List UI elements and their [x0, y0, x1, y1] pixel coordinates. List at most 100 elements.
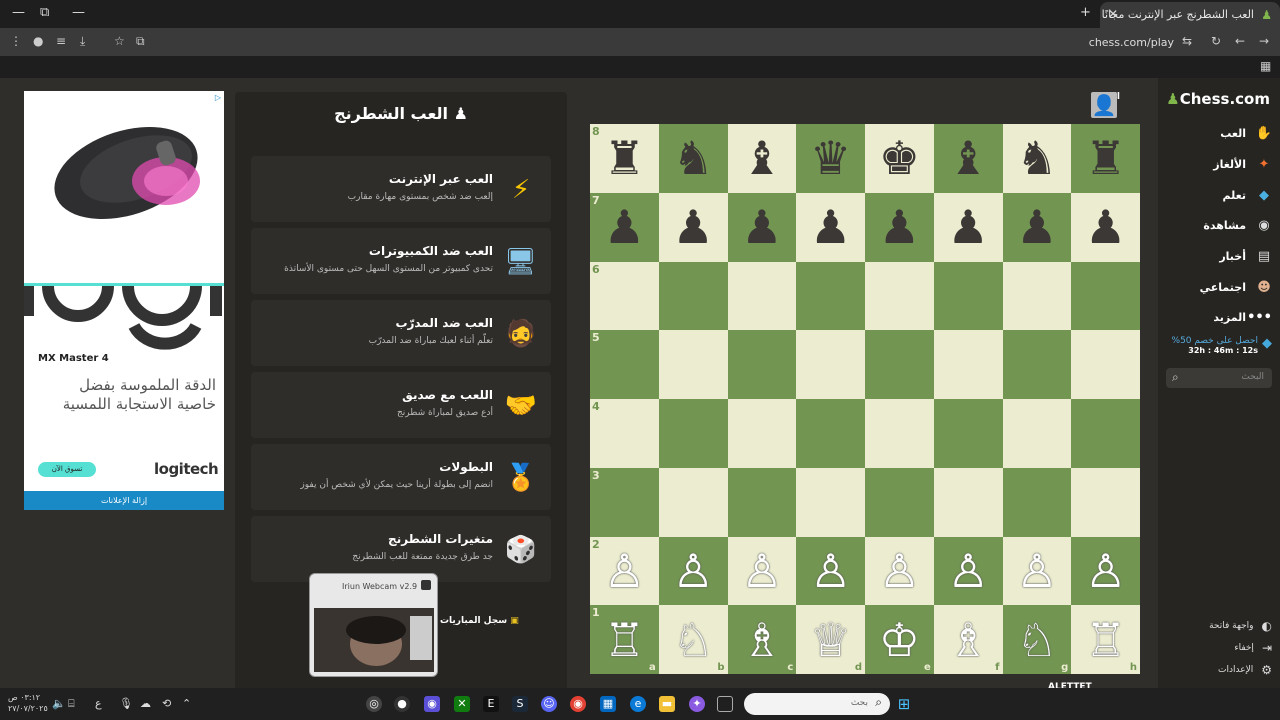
obs-icon[interactable]: ◎	[366, 696, 382, 712]
chess-piece[interactable]: ♟	[810, 204, 851, 250]
chessboard[interactable]: 8 ♜ ♞ ♝ ♛ ♚ ♝ ♞ ♜ 7 ♟ ♟ ♟ ♟ ♟ ♟ ♟ ♟ 6 5 4 3 2 ♙ ♙ ♙ ♙ ♙ ♙ ♙ ♙ 1 a ♖ b ♘ c ♗ d ♕…	[590, 124, 1140, 674]
square-c3[interactable]	[727, 467, 797, 537]
chess-piece[interactable]: ♟	[673, 204, 714, 250]
square-d4[interactable]	[796, 399, 865, 468]
square-d6[interactable]	[796, 261, 865, 331]
square-b1[interactable]: b ♘	[658, 605, 728, 674]
edge-icon[interactable]: e	[630, 696, 646, 712]
copilot-icon[interactable]: ✦	[689, 696, 705, 712]
chess-piece[interactable]: ♞	[673, 135, 714, 181]
square-e1[interactable]: e ♔	[865, 605, 934, 674]
square-g2[interactable]: ♙	[1002, 536, 1072, 606]
chess-piece[interactable]: ♟	[948, 204, 989, 250]
chess-piece[interactable]: ♚	[879, 135, 920, 181]
nav-settings[interactable]: ⚙ الإعدادات	[1168, 660, 1272, 680]
remove-ads-button[interactable]: إزالة الإعلانات	[24, 491, 224, 510]
back-icon[interactable]: ←	[1235, 34, 1245, 48]
square-d5[interactable]	[796, 330, 865, 399]
chess-piece[interactable]: ♙	[673, 548, 714, 594]
square-e2[interactable]: ♙	[865, 536, 934, 606]
store-icon[interactable]: ▦	[600, 696, 616, 712]
chess-piece[interactable]: ♝	[741, 135, 782, 181]
square-b3[interactable]	[658, 467, 728, 537]
chess-piece[interactable]: ♟	[879, 204, 920, 250]
mic-icon[interactable]: 🎙	[119, 697, 133, 710]
network-icon[interactable]: ⌸	[68, 697, 75, 711]
chess-piece[interactable]: ♙	[948, 548, 989, 594]
square-h1[interactable]: h ♖	[1071, 605, 1140, 674]
square-g6[interactable]	[1002, 261, 1072, 331]
square-e6[interactable]	[865, 261, 934, 331]
square-d1[interactable]: d ♕	[796, 605, 865, 674]
nav-social[interactable]: ☻ اجتماعي	[1168, 274, 1272, 300]
option-play-online[interactable]: ⚡ العب عبر الإنترنت إلعب ضد شخص بمستوى م…	[251, 156, 551, 222]
chess-piece[interactable]: ♜	[604, 135, 645, 181]
square-b4[interactable]	[658, 399, 728, 468]
option-play-computer[interactable]: 🖥 العب ضد الكمبيوترات تحدى كمبيوتر من ال…	[251, 228, 551, 294]
square-e3[interactable]	[865, 467, 934, 537]
close-window-icon[interactable]: —	[72, 5, 85, 20]
nav-light-theme[interactable]: ◐ واجهة فاتحة	[1168, 616, 1272, 636]
discord-icon[interactable]: ☺	[541, 696, 557, 712]
app-red-dot-icon[interactable]: ●	[394, 696, 410, 712]
menu-dots-icon[interactable]: ⋮	[10, 34, 22, 48]
chess-piece[interactable]: ♗	[741, 617, 782, 663]
chess-piece[interactable]: ♙	[1085, 548, 1126, 594]
chess-piece[interactable]: ♛	[810, 135, 851, 181]
tray-chevron-icon[interactable]: ⌃	[182, 697, 191, 710]
adchoices-icon[interactable]: ▷	[215, 93, 221, 102]
chess-piece[interactable]: ♙	[1016, 548, 1057, 594]
epic-games-icon[interactable]: E	[483, 696, 499, 712]
taskbar-clock[interactable]: ٠٣:١٢ ص ٢٧/٠٧/٢٠٢٥	[8, 692, 48, 714]
nav-play[interactable]: ✋ العب	[1168, 120, 1272, 146]
xbox-icon[interactable]: ✕	[454, 696, 470, 712]
bookmark-star-icon[interactable]: ☆	[114, 34, 125, 48]
option-play-coach[interactable]: 🧔 العب ضد المدرّب تعلّم أثناء لعبك مبارا…	[251, 300, 551, 366]
chess-piece[interactable]: ♙	[741, 548, 782, 594]
chess-piece[interactable]: ♙	[604, 548, 645, 594]
square-c5[interactable]	[727, 330, 797, 399]
chess-piece[interactable]: ♟	[1085, 204, 1126, 250]
square-c4[interactable]	[727, 399, 797, 468]
chess-piece[interactable]: ♕	[810, 617, 851, 663]
chess-piece[interactable]: ♝	[948, 135, 989, 181]
square-g1[interactable]: g ♘	[1002, 605, 1072, 674]
square-c8[interactable]: ♝	[727, 124, 797, 193]
chess-piece[interactable]: ♙	[879, 548, 920, 594]
square-h2[interactable]: ♙	[1071, 536, 1140, 606]
forward-icon[interactable]: →	[1259, 34, 1269, 48]
square-a7[interactable]: 7 ♟	[590, 192, 659, 262]
square-e5[interactable]	[865, 330, 934, 399]
square-d2[interactable]: ♙	[796, 536, 865, 606]
square-h6[interactable]	[1071, 261, 1140, 331]
square-f1[interactable]: f ♗	[933, 605, 1003, 674]
square-b8[interactable]: ♞	[658, 124, 728, 193]
square-g8[interactable]: ♞	[1002, 124, 1072, 193]
minimize-icon[interactable]: —	[12, 5, 25, 20]
option-tournaments[interactable]: 🏅 البطولات انضم إلى بطولة أرينا حيث يمكن…	[251, 444, 551, 510]
square-h4[interactable]	[1071, 399, 1140, 468]
close-tab-icon[interactable]: ✕	[1108, 7, 1118, 21]
square-b6[interactable]	[658, 261, 728, 331]
chess-piece[interactable]: ♖	[604, 617, 645, 663]
square-b2[interactable]: ♙	[658, 536, 728, 606]
square-a8[interactable]: 8 ♜	[590, 124, 659, 193]
volume-icon[interactable]: 🔈	[52, 697, 66, 710]
profile-icon[interactable]: ●	[33, 34, 43, 48]
square-e8[interactable]: ♚	[865, 124, 934, 193]
square-e7[interactable]: ♟	[865, 192, 934, 262]
nav-collapse[interactable]: ⇥ إخفاء	[1168, 638, 1272, 658]
share-icon[interactable]: ⧉	[136, 34, 145, 49]
square-a6[interactable]: 6	[590, 261, 659, 331]
chess-piece[interactable]: ♗	[948, 617, 989, 663]
square-c6[interactable]	[727, 261, 797, 331]
chess-piece[interactable]: ♙	[810, 548, 851, 594]
chess-piece[interactable]: ♘	[673, 617, 714, 663]
chess-piece[interactable]: ♟	[1016, 204, 1057, 250]
square-g4[interactable]	[1002, 399, 1072, 468]
maximize-icon[interactable]: ⧉	[40, 5, 49, 20]
reload-icon[interactable]: ↻	[1211, 34, 1221, 48]
site-settings-icon[interactable]: ⇆	[1182, 34, 1192, 48]
square-h5[interactable]	[1071, 330, 1140, 399]
chess-piece[interactable]: ♞	[1016, 135, 1057, 181]
